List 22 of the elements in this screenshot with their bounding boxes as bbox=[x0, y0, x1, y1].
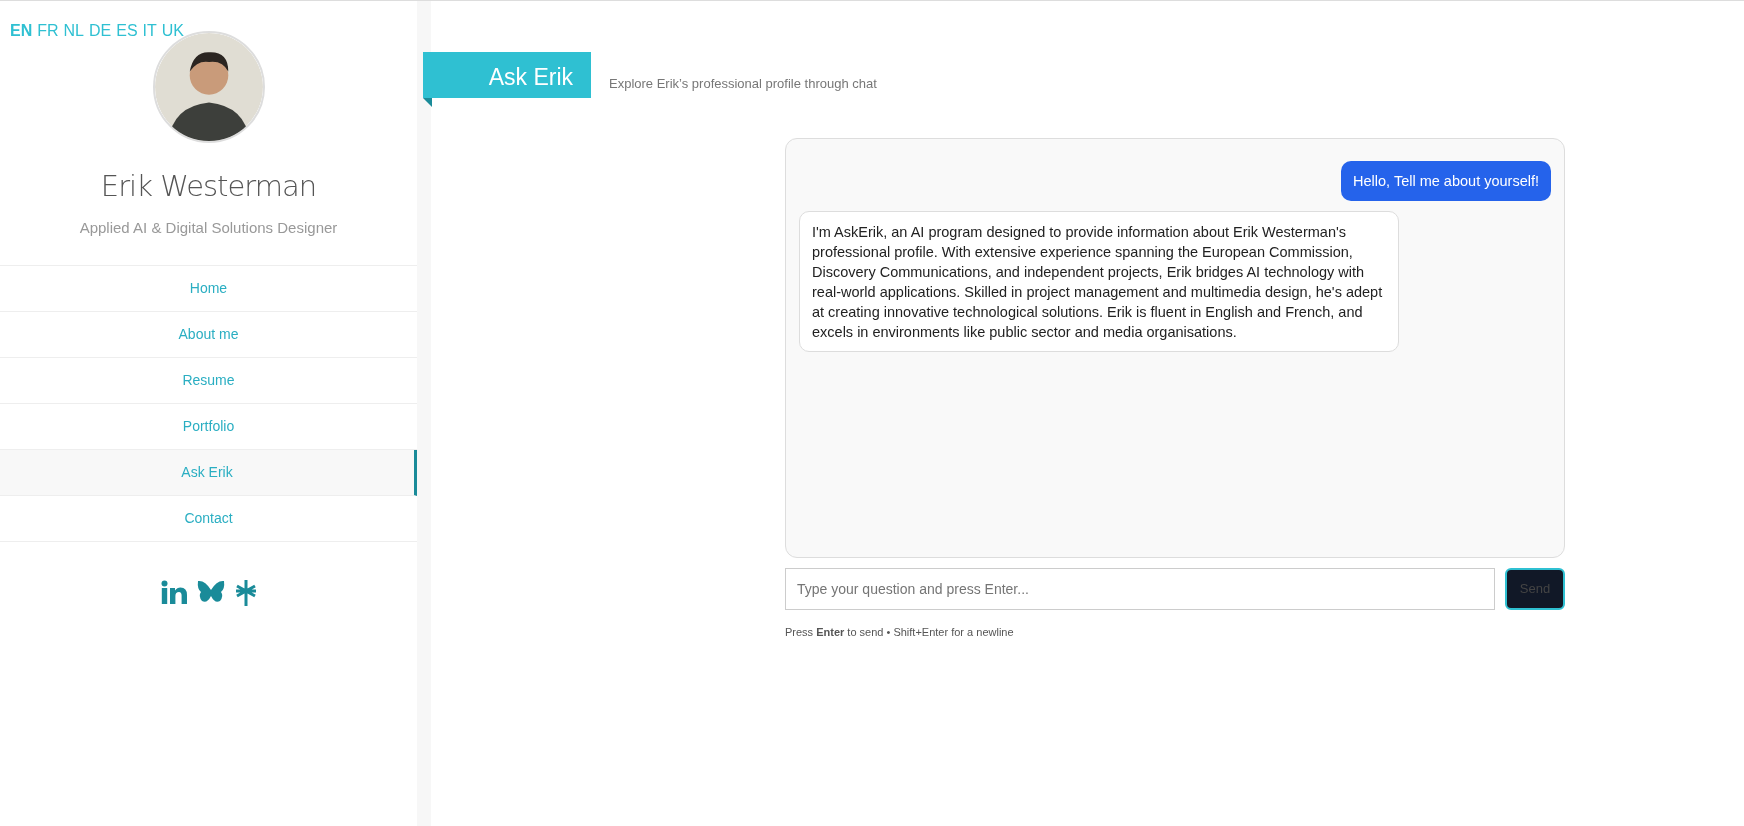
language-link[interactable]: IT bbox=[142, 19, 157, 43]
keyboard-hint: Press Enter to send • Shift+Enter for a newline bbox=[785, 625, 1015, 640]
page-title-ribbon: Ask Erik bbox=[423, 52, 591, 98]
language-link[interactable]: UK bbox=[161, 19, 185, 43]
nav-link[interactable]: Home bbox=[0, 266, 417, 312]
nav-link[interactable]: About me bbox=[0, 312, 417, 358]
page-subtitle: Explore Erik’s professional profile through chat bbox=[609, 75, 877, 93]
bot-message: I'm AskErik, an AI program designed to provide information about Erik Westerman's professional profile. With extensive experience spanning the European Commission, Discovery Communications, and independent projects, Erik bridges AI technology with real-world applications. Skilled in project management and multimedia design, he's adept at creating innovative technological solutions. Erik is fluent in English and French, and excels in environments like public sector and media organisations. bbox=[799, 211, 1399, 352]
profile-title: Applied AI & Digital Solutions Designer bbox=[78, 217, 339, 238]
language-link[interactable]: NL bbox=[63, 19, 84, 43]
language-link[interactable]: ES bbox=[116, 19, 138, 43]
profile-name: Erik Westerman bbox=[99, 168, 318, 205]
asterisk-icon[interactable] bbox=[234, 580, 257, 606]
nav-link[interactable]: Contact bbox=[0, 496, 417, 542]
nav-link[interactable]: Ask Erik bbox=[0, 450, 417, 496]
language-link[interactable]: EN bbox=[10, 19, 33, 43]
nav-link[interactable]: Resume bbox=[0, 358, 417, 404]
linkedin-icon[interactable] bbox=[160, 580, 187, 606]
language-link[interactable]: FR bbox=[37, 19, 59, 43]
language-link[interactable]: DE bbox=[89, 19, 112, 43]
question-field[interactable]: Type your question and press Enter... bbox=[785, 568, 1495, 610]
user-message: Hello, Tell me about yourself! bbox=[1341, 161, 1551, 201]
